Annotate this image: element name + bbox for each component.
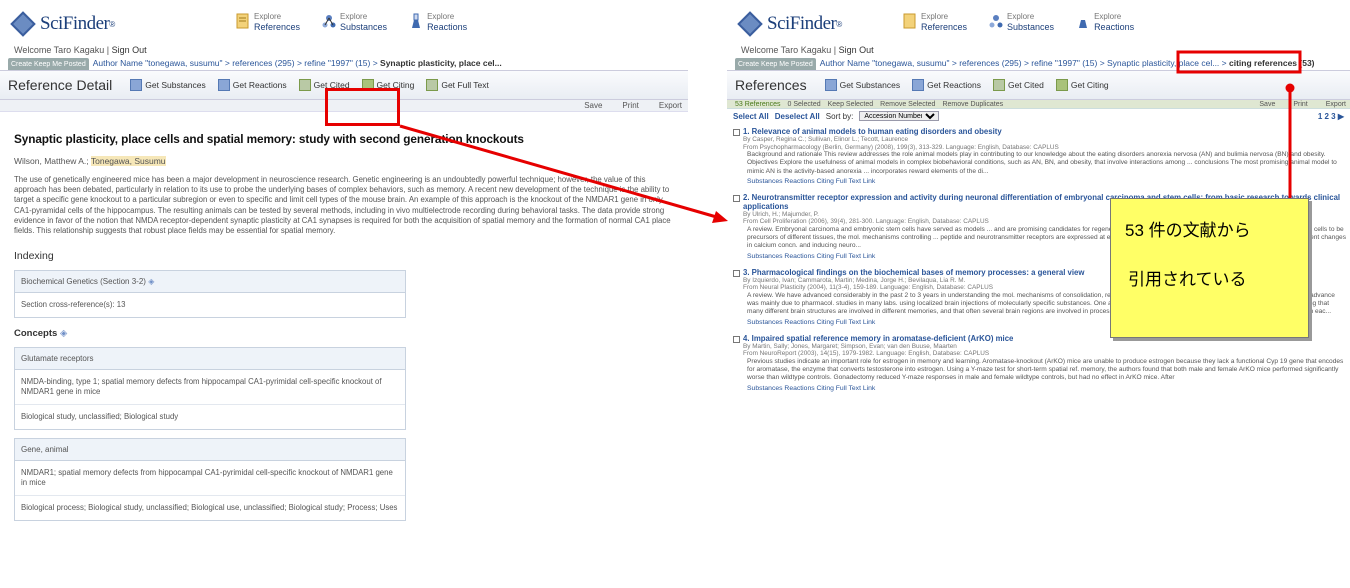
- section-heading: Biochemical Genetics (Section 3-2) ◈: [15, 271, 405, 294]
- print-link[interactable]: Print: [622, 100, 638, 111]
- get-reactions-button[interactable]: Get Reactions: [912, 79, 981, 91]
- references-icon: [236, 13, 249, 29]
- get-substances-button[interactable]: Get Substances: [824, 79, 900, 91]
- substances-icon: [824, 79, 837, 91]
- citing-count-highlight: [1176, 48, 1300, 96]
- get-citing-highlight: [325, 88, 400, 126]
- reactions-icon: [217, 79, 230, 91]
- cited-icon: [298, 79, 311, 91]
- result-checkbox[interactable]: [733, 269, 740, 277]
- result-authors: By Martin, Sally; Jones, Margaret; Simps…: [743, 342, 957, 350]
- abstract: The use of genetically engineered mice h…: [14, 175, 671, 236]
- explore-reactions[interactable]: Explore Reactions: [1076, 12, 1134, 32]
- info-icon[interactable]: ◈: [60, 328, 67, 339]
- sign-out-link[interactable]: Sign Out: [112, 45, 147, 55]
- explore-substances[interactable]: Explore Substances: [322, 12, 387, 32]
- full-text-icon: [426, 79, 439, 91]
- authors: Wilson, Matthew A.; Tonegawa, Susumu: [14, 156, 166, 166]
- explore-reactions[interactable]: Explore Reactions: [409, 12, 467, 32]
- concept-box-1: Glutamate receptors NMDA-binding, type 1…: [14, 347, 406, 431]
- selection-bar: Select All Deselect All Sort by: Accessi…: [727, 109, 1350, 123]
- breadcrumb-current: Synaptic plasticity, place cel...: [380, 58, 502, 68]
- substances-icon: [130, 79, 143, 91]
- select-all-link[interactable]: Select All: [733, 112, 769, 121]
- result-checkbox[interactable]: [733, 335, 740, 343]
- concept-text: NMDAR1; spatial memory defects from hipp…: [21, 468, 393, 488]
- annotation-callout: 53 件の文献から 引用されている: [1110, 198, 1309, 338]
- explore-substances[interactable]: Explore Substances: [989, 12, 1054, 32]
- concept-heading: Gene, animal: [15, 439, 405, 462]
- scifinder-logo[interactable]: SciFinder ®: [737, 11, 842, 37]
- sign-out-link[interactable]: Sign Out: [839, 45, 874, 55]
- get-full-text-button[interactable]: Get Full Text: [426, 79, 489, 91]
- result-links[interactable]: Substances Reactions Citing Full Text Li…: [747, 385, 1350, 392]
- welcome-line: Welcome Taro Kagaku | Sign Out: [14, 45, 147, 55]
- breadcrumb-path[interactable]: Author Name "tonegawa, susumu" > referen…: [93, 58, 378, 68]
- result-item: 4. Impaired spatial reference memory in …: [733, 334, 1350, 392]
- reactions-icon: [412, 13, 421, 28]
- breadcrumb-path[interactable]: Author Name "tonegawa, susumu" > referen…: [820, 58, 1227, 68]
- result-source: From NeuroReport (2003), 14(15), 1979-19…: [743, 350, 990, 358]
- explore-references[interactable]: Explore References: [903, 12, 967, 32]
- explore-nav: Explore References Explore Substances Expl…: [903, 12, 1134, 32]
- concept-text: NMDA-binding, type 1; spatial memory def…: [21, 377, 382, 397]
- result-title[interactable]: 1. Relevance of animal models to human e…: [743, 127, 1350, 136]
- result-links[interactable]: Substances Reactions Citing Full Text Li…: [747, 178, 1350, 185]
- concepts-heading: Concepts ◈: [14, 328, 68, 340]
- remove-selected-link[interactable]: Remove Selected: [880, 100, 935, 108]
- reactions-icon: [1079, 20, 1088, 28]
- explore-nav: Explore References Explore Substances Expl…: [236, 12, 467, 32]
- result-abstract: Background and rationale This review add…: [747, 151, 1337, 175]
- result-source: From Psychopharmacology (Berlin, Germany…: [743, 143, 1059, 151]
- sort-select[interactable]: Accession Number: [859, 111, 940, 121]
- deselect-all-link[interactable]: Deselect All: [775, 112, 820, 121]
- get-reactions-button[interactable]: Get Reactions: [217, 79, 287, 91]
- references-icon: [903, 13, 916, 29]
- explore-references[interactable]: Explore References: [236, 12, 300, 32]
- page-title: Reference Detail: [8, 77, 113, 93]
- export-link[interactable]: Export: [659, 100, 682, 111]
- get-cited-button[interactable]: Get Cited: [992, 79, 1044, 91]
- concept-roles: Biological study, unclassified; Biologic…: [15, 404, 405, 429]
- export-link[interactable]: Export: [1326, 100, 1346, 108]
- save-link[interactable]: Save: [1259, 100, 1275, 108]
- result-checkbox[interactable]: [733, 129, 740, 136]
- pagination[interactable]: 1 2 3 ▶: [1318, 112, 1350, 121]
- indexing-heading: Indexing: [14, 250, 54, 263]
- selected-count: 0 Selected: [787, 101, 821, 108]
- result-item: 1. Relevance of animal models to human e…: [733, 127, 1350, 185]
- result-abstract: Previous studies indicate an important r…: [747, 357, 1344, 382]
- get-citing-button[interactable]: Get Citing: [1055, 79, 1109, 91]
- print-link[interactable]: Print: [1293, 100, 1307, 108]
- substances-icon: [989, 15, 1003, 28]
- concept-heading: Glutamate receptors: [15, 348, 405, 371]
- breadcrumb: Create Keep Me Posted Author Name "tonega…: [0, 56, 688, 70]
- concept-roles: Biological process; Biological study, un…: [15, 495, 405, 520]
- result-authors: By Casper, Regina C.; Sullivan, Elinor L…: [743, 136, 909, 143]
- keep-me-posted-button[interactable]: Create Keep Me Posted: [8, 58, 89, 70]
- cross-reference: Section cross-reference(s): 13: [21, 300, 126, 310]
- page-title: References: [735, 77, 807, 93]
- header: SciFinder ® Explore References Explore Subs…: [727, 0, 1350, 44]
- results-count: 53 References: [735, 101, 781, 108]
- scifinder-logo[interactable]: SciFinder ®: [10, 11, 115, 37]
- reactions-icon: [912, 79, 925, 91]
- concept-box-2: Gene, animal NMDAR1; spatial memory defe…: [14, 438, 406, 522]
- keep-me-posted-button[interactable]: Create Keep Me Posted: [735, 58, 816, 70]
- cited-icon: [992, 79, 1005, 91]
- author-highlight[interactable]: Tonegawa, Susumu: [90, 156, 166, 166]
- save-link[interactable]: Save: [584, 100, 602, 111]
- get-substances-button[interactable]: Get Substances: [130, 79, 206, 91]
- section-box: Biochemical Genetics (Section 3-2) ◈ Sec…: [14, 270, 406, 319]
- remove-duplicates-link[interactable]: Remove Duplicates: [942, 100, 1003, 108]
- sort-label: Sort by:: [825, 111, 854, 121]
- info-icon[interactable]: ◈: [148, 277, 154, 286]
- result-checkbox[interactable]: [733, 194, 740, 202]
- results-bar: 53 References 0 Selected Keep Selected R…: [727, 100, 1350, 109]
- header: SciFinder ® Explore References Explore Subs…: [0, 0, 688, 44]
- reference-title: Synaptic plasticity, place cells and spa…: [14, 132, 524, 146]
- keep-selected-link[interactable]: Keep Selected: [828, 100, 874, 108]
- citing-icon: [1055, 79, 1068, 91]
- substances-icon: [322, 15, 336, 28]
